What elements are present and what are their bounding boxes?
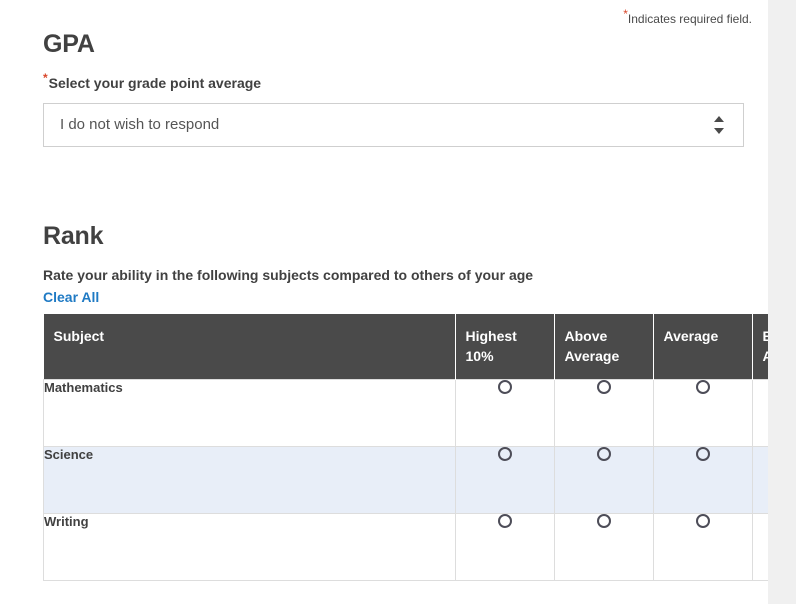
radio-cell-writing-average[interactable] (652, 512, 753, 581)
subject-label-writing: Writing (43, 512, 456, 581)
subject-label-mathematics: Mathematics (43, 378, 456, 447)
clear-all-link[interactable]: Clear All (43, 289, 99, 305)
column-header-above-average: Above Average (554, 314, 654, 380)
column-header-below-average: Below Average (752, 314, 768, 380)
radio-cell-writing-highest-10[interactable] (454, 512, 555, 581)
radio-button-unselected[interactable] (497, 379, 512, 394)
gpa-field-label: *Select your grade point average (43, 72, 746, 91)
rank-table-header-row: Subject Highest 10% Above Average Averag… (43, 314, 768, 380)
required-field-note: *Indicates required field. (623, 8, 752, 26)
radio-cell-mathematics-highest-10[interactable] (454, 378, 555, 447)
select-stepper-arrows[interactable] (714, 115, 725, 135)
radio-cell-mathematics-above-average[interactable] (553, 378, 654, 447)
radio-cell-writing-above-average[interactable] (553, 512, 654, 581)
radio-button-unselected[interactable] (497, 513, 512, 528)
table-row: Science (43, 445, 768, 514)
required-note-text: Indicates required field. (627, 12, 752, 26)
table-row: Mathematics (43, 378, 768, 447)
rank-table-body: Mathematics Science Writing (43, 378, 768, 581)
rank-instruction-text: Rate your ability in the following subje… (43, 267, 534, 283)
required-asterisk-icon: * (43, 71, 48, 86)
radio-cell-mathematics-average[interactable] (652, 378, 753, 447)
table-row: Writing (43, 512, 768, 581)
radio-cell-science-highest-10[interactable] (454, 445, 555, 514)
gpa-section-title: GPA (43, 30, 95, 58)
subject-label-science: Science (43, 445, 456, 514)
radio-button-unselected[interactable] (695, 379, 710, 394)
triangle-down-icon (714, 128, 724, 134)
gpa-section: GPA *Select your grade point average I d… (43, 30, 746, 147)
radio-cell-science-above-average[interactable] (553, 445, 654, 514)
radio-button-unselected[interactable] (596, 379, 611, 394)
radio-button-unselected[interactable] (695, 446, 710, 461)
radio-cell-science-average[interactable] (652, 445, 753, 514)
rank-section-title: Rank (43, 222, 104, 250)
rank-table: Subject Highest 10% Above Average Averag… (43, 314, 768, 581)
radio-button-unselected[interactable] (497, 446, 512, 461)
radio-cell-science-below-average[interactable] (751, 445, 768, 514)
column-header-subject: Subject (43, 314, 456, 380)
gpa-select-value: I do not wish to respond (60, 116, 220, 133)
gpa-select[interactable]: I do not wish to respond (43, 103, 744, 147)
page-root: *Indicates required field. GPA *Select y… (0, 0, 768, 604)
radio-cell-writing-below-average[interactable] (751, 512, 768, 581)
radio-cell-mathematics-below-average[interactable] (751, 378, 768, 447)
column-header-highest-10: Highest 10% (455, 314, 555, 380)
column-header-average: Average (653, 314, 753, 380)
triangle-up-icon (714, 116, 724, 122)
radio-button-unselected[interactable] (695, 513, 710, 528)
gpa-label-text: Select your grade point average (48, 75, 262, 91)
radio-button-unselected[interactable] (596, 446, 611, 461)
rank-table-head: Subject Highest 10% Above Average Averag… (43, 314, 768, 380)
radio-button-unselected[interactable] (596, 513, 611, 528)
rank-section: Rank Rate your ability in the following … (43, 222, 768, 581)
